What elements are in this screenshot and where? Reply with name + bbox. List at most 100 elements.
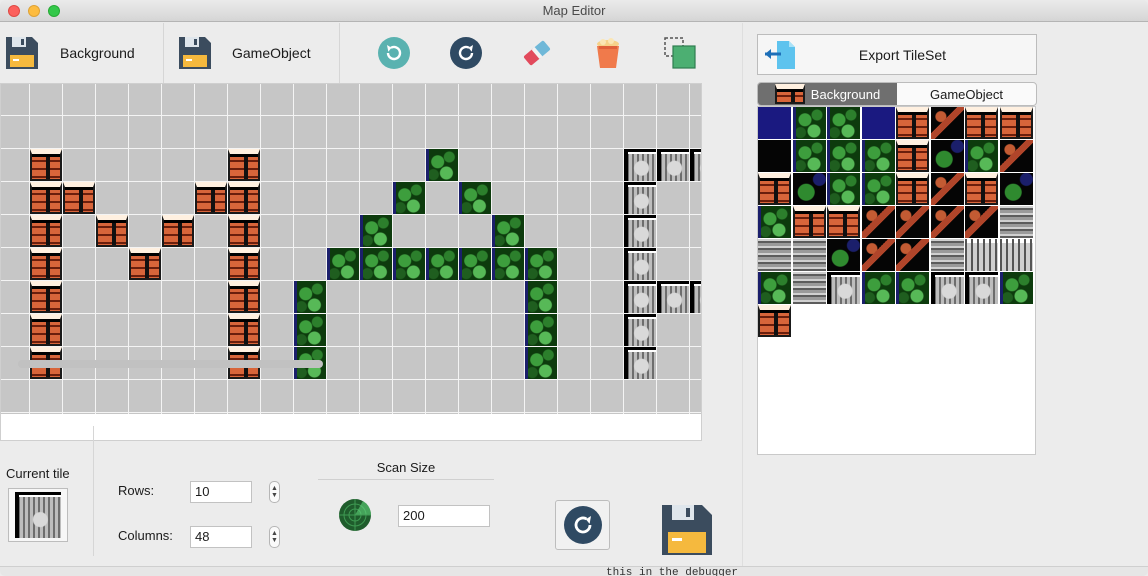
map-tile-leaf[interactable] [525,347,557,379]
save-gameobject-button[interactable]: GameObject [177,31,311,75]
palette-tile-mixB[interactable] [999,140,1033,172]
palette-tile-brick[interactable] [896,107,929,139]
tab-background[interactable]: Background [758,83,897,105]
palette-tile-mixB[interactable] [930,107,964,139]
close-window-button[interactable] [8,5,20,17]
palette-tile-grey[interactable] [792,272,826,304]
map-tile-leaf[interactable] [525,281,557,313]
map-tile-leaf[interactable] [426,149,458,181]
palette-tile-rock[interactable] [965,272,998,304]
columns-input[interactable]: 48 [190,526,252,548]
map-tile-brick[interactable] [228,314,260,346]
palette-tile-mixB[interactable] [861,206,895,238]
map-tile-rock[interactable] [624,347,656,379]
map-tile-leaf[interactable] [294,281,326,313]
palette-tile-mixB[interactable] [896,239,929,271]
palette-tile-brick[interactable] [999,107,1033,139]
map-tile-rock[interactable] [624,281,656,313]
map-tile-brick[interactable] [30,314,62,346]
palette-tile-grey[interactable] [792,239,826,271]
eraser-button[interactable] [517,34,557,72]
columns-stepper[interactable]: ▲ ▼ [269,526,280,548]
palette-tile-brick[interactable] [827,206,860,238]
map-tile-brick[interactable] [228,248,260,280]
map-tile-brick[interactable] [96,215,128,247]
palette-tile-leaf[interactable] [758,272,791,304]
palette-tile-leaf[interactable] [827,173,860,205]
map-tile-leaf[interactable] [360,248,392,280]
map-tile-leaf[interactable] [459,248,491,280]
map-tile-rock[interactable] [624,149,656,181]
palette-tile-night[interactable] [861,107,895,139]
save-map-button[interactable] [660,503,714,555]
palette-tile-dark[interactable] [758,140,791,172]
map-tile-brick[interactable] [30,182,62,214]
map-tile-leaf[interactable] [426,248,458,280]
undo-button[interactable] [374,34,414,72]
palette-tile-mixA[interactable] [792,173,826,205]
palette-tile-leaf[interactable] [965,140,998,172]
palette-tile-brick[interactable] [792,206,826,238]
stepper-up-icon[interactable]: ▲ [271,530,278,537]
palette-tile-brick[interactable] [896,173,929,205]
map-tile-rock[interactable] [624,248,656,280]
fill-bucket-button[interactable] [588,34,628,72]
minimize-window-button[interactable] [28,5,40,17]
palette-tile-leaf[interactable] [861,140,895,172]
palette-tile-leaf[interactable] [792,107,826,139]
palette-tile-brick[interactable] [965,107,998,139]
palette-tile-leaf[interactable] [896,272,929,304]
tile-palette[interactable] [757,106,1036,455]
map-tile-leaf[interactable] [492,248,524,280]
palette-tile-mixB[interactable] [896,206,929,238]
palette-tile-leaf[interactable] [861,173,895,205]
palette-tile-leaf[interactable] [827,140,860,172]
redo-button[interactable] [446,34,486,72]
maximize-window-button[interactable] [48,5,60,17]
palette-tile-brick[interactable] [965,173,998,205]
map-tile-brick[interactable] [30,215,62,247]
stepper-down-icon[interactable]: ▼ [271,492,278,499]
map-tile-brick[interactable] [129,248,161,280]
map-tile-brick[interactable] [63,182,95,214]
palette-tile-rock[interactable] [827,272,860,304]
save-background-button[interactable]: Background [4,31,135,75]
palette-tile-grey[interactable] [930,239,964,271]
map-tile-rock[interactable] [657,149,689,181]
palette-tile-mixB[interactable] [965,206,998,238]
palette-tile-brick[interactable] [896,140,929,172]
palette-tile-leaf[interactable] [827,107,860,139]
palette-tile-grey[interactable] [999,206,1033,238]
export-tileset-button[interactable]: Export TileSet [757,34,1037,75]
palette-tile-leaf[interactable] [999,272,1033,304]
palette-tile-night[interactable] [758,107,791,139]
horizontal-scrollbar-thumb[interactable] [18,360,323,368]
map-tile-leaf[interactable] [393,248,425,280]
stepper-down-icon[interactable]: ▼ [271,537,278,544]
palette-tile-mixA[interactable] [930,140,964,172]
map-tile-leaf[interactable] [525,248,557,280]
map-tile-brick[interactable] [228,215,260,247]
map-tile-leaf[interactable] [459,182,491,214]
map-tile-rock[interactable] [657,281,689,313]
map-tile-brick[interactable] [228,281,260,313]
rows-input[interactable]: 10 [190,481,252,503]
rows-stepper[interactable]: ▲ ▼ [269,481,280,503]
scan-size-input[interactable]: 200 [398,505,490,527]
map-tile-rock[interactable] [690,281,701,313]
rescan-button[interactable] [555,500,610,550]
map-tile-leaf[interactable] [492,215,524,247]
map-tile-rock[interactable] [624,215,656,247]
map-tile-rock[interactable] [624,314,656,346]
select-area-button[interactable] [660,34,700,72]
map-tile-leaf[interactable] [360,215,392,247]
map-tile-leaf[interactable] [327,248,359,280]
palette-tile-rock[interactable] [930,272,964,304]
palette-tile-brick[interactable] [758,305,791,337]
map-tile-brick[interactable] [162,215,194,247]
tab-gameobject[interactable]: GameObject [897,83,1036,105]
palette-tile-brick[interactable] [758,173,791,205]
palette-tile-mixB[interactable] [861,239,895,271]
map-tile-brick[interactable] [30,281,62,313]
palette-tile-leaf[interactable] [758,206,791,238]
